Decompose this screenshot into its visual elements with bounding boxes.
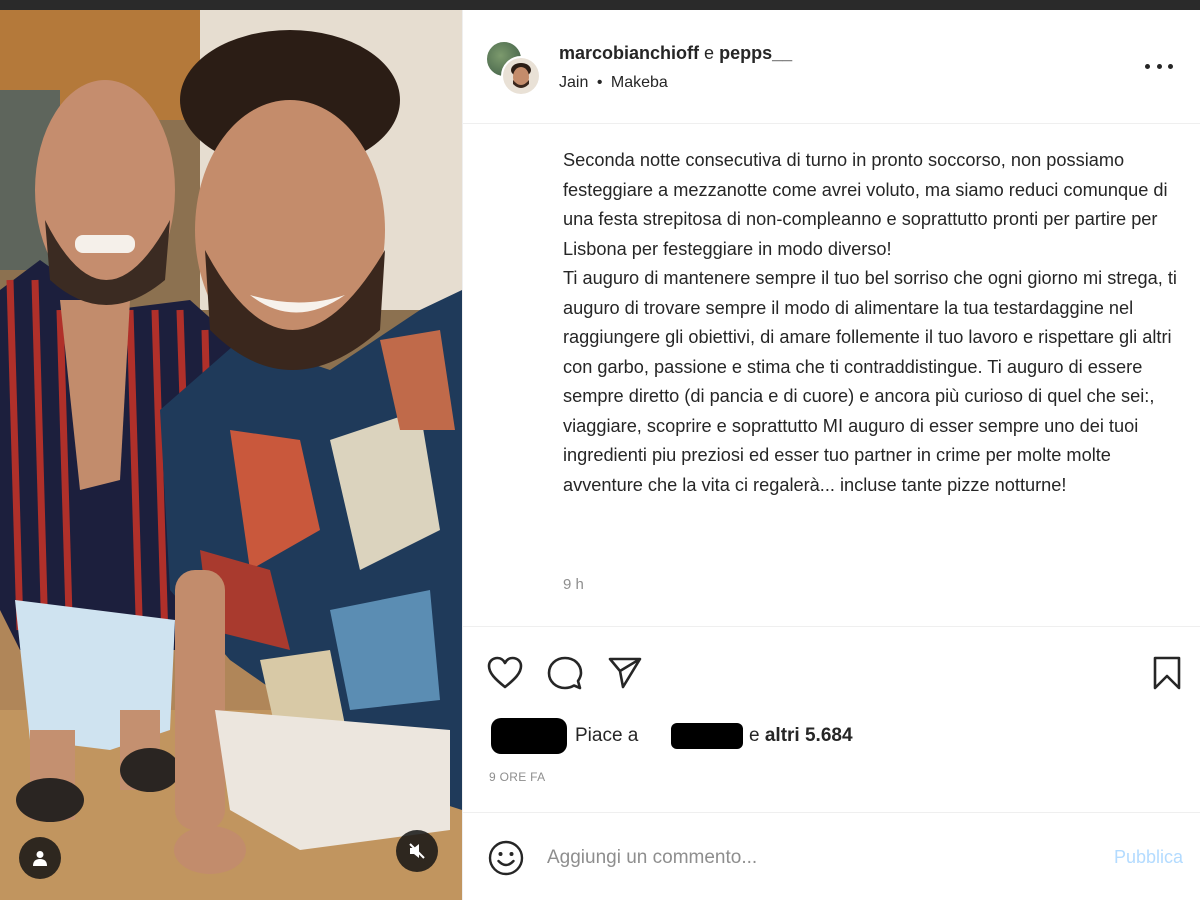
more-dots-icon: [1145, 63, 1150, 69]
authors-conjunction: e: [704, 43, 715, 63]
coauthor-link[interactable]: pepps__: [719, 43, 792, 63]
likes-count[interactable]: e altri 5.684: [749, 725, 853, 747]
music-info[interactable]: Jain • Makeba: [559, 74, 668, 92]
bookmark-icon: [1153, 656, 1181, 690]
emoji-smile-icon: [488, 840, 524, 876]
post-authors: marcobianchioff e pepps__: [559, 43, 792, 64]
post-header: marcobianchioff e pepps__ Jain • Makeba: [463, 10, 1200, 124]
author-link[interactable]: marcobianchioff: [559, 43, 699, 63]
action-bar: [463, 626, 1200, 706]
save-button[interactable]: [1147, 653, 1187, 693]
more-options-button[interactable]: [1145, 54, 1173, 78]
caption-area: Seconda notte consecutiva di turno in pr…: [463, 124, 1200, 626]
speaker-muted-icon: [409, 843, 425, 859]
redacted-username[interactable]: [671, 723, 743, 749]
avatar-photo: [503, 58, 539, 94]
likes-conjunction: e: [749, 725, 760, 746]
share-button[interactable]: [605, 653, 645, 693]
redacted-avatar: [491, 718, 567, 754]
music-track[interactable]: Makeba: [611, 74, 668, 91]
comment-bubble-icon: [547, 656, 583, 690]
like-button[interactable]: [485, 653, 525, 693]
likes-summary: Piace a e altri 5.684: [491, 718, 1191, 754]
music-artist[interactable]: Jain: [559, 74, 588, 91]
mute-button[interactable]: [396, 830, 438, 872]
likes-others[interactable]: altri 5.684: [765, 725, 853, 746]
emoji-button[interactable]: [487, 839, 525, 877]
comment-input[interactable]: [547, 843, 1067, 873]
heart-icon: [487, 656, 523, 689]
user-tag-button[interactable]: [19, 837, 61, 879]
user-tag-icon: [33, 851, 47, 866]
more-dots-icon: [1156, 63, 1162, 69]
post-photo: [0, 10, 462, 900]
post-date[interactable]: 9 ORE FA: [489, 770, 545, 784]
likes-prefix: Piace a: [575, 725, 639, 746]
more-dots-icon: [1168, 63, 1173, 69]
comment-button[interactable]: [545, 653, 585, 693]
avatar[interactable]: [501, 56, 541, 96]
paper-plane-icon: [608, 657, 642, 689]
post-panel: marcobianchioff e pepps__ Jain • Makeba …: [462, 10, 1200, 900]
caption-time: 9 h: [563, 576, 584, 593]
comment-bar: Pubblica: [463, 812, 1200, 900]
music-separator: •: [596, 74, 603, 91]
avatars[interactable]: [485, 40, 541, 96]
post-media: [0, 10, 462, 900]
publish-button[interactable]: Pubblica: [1114, 847, 1183, 868]
top-strip: [0, 0, 1200, 10]
post-caption: Seconda notte consecutiva di turno in pr…: [563, 150, 1177, 495]
